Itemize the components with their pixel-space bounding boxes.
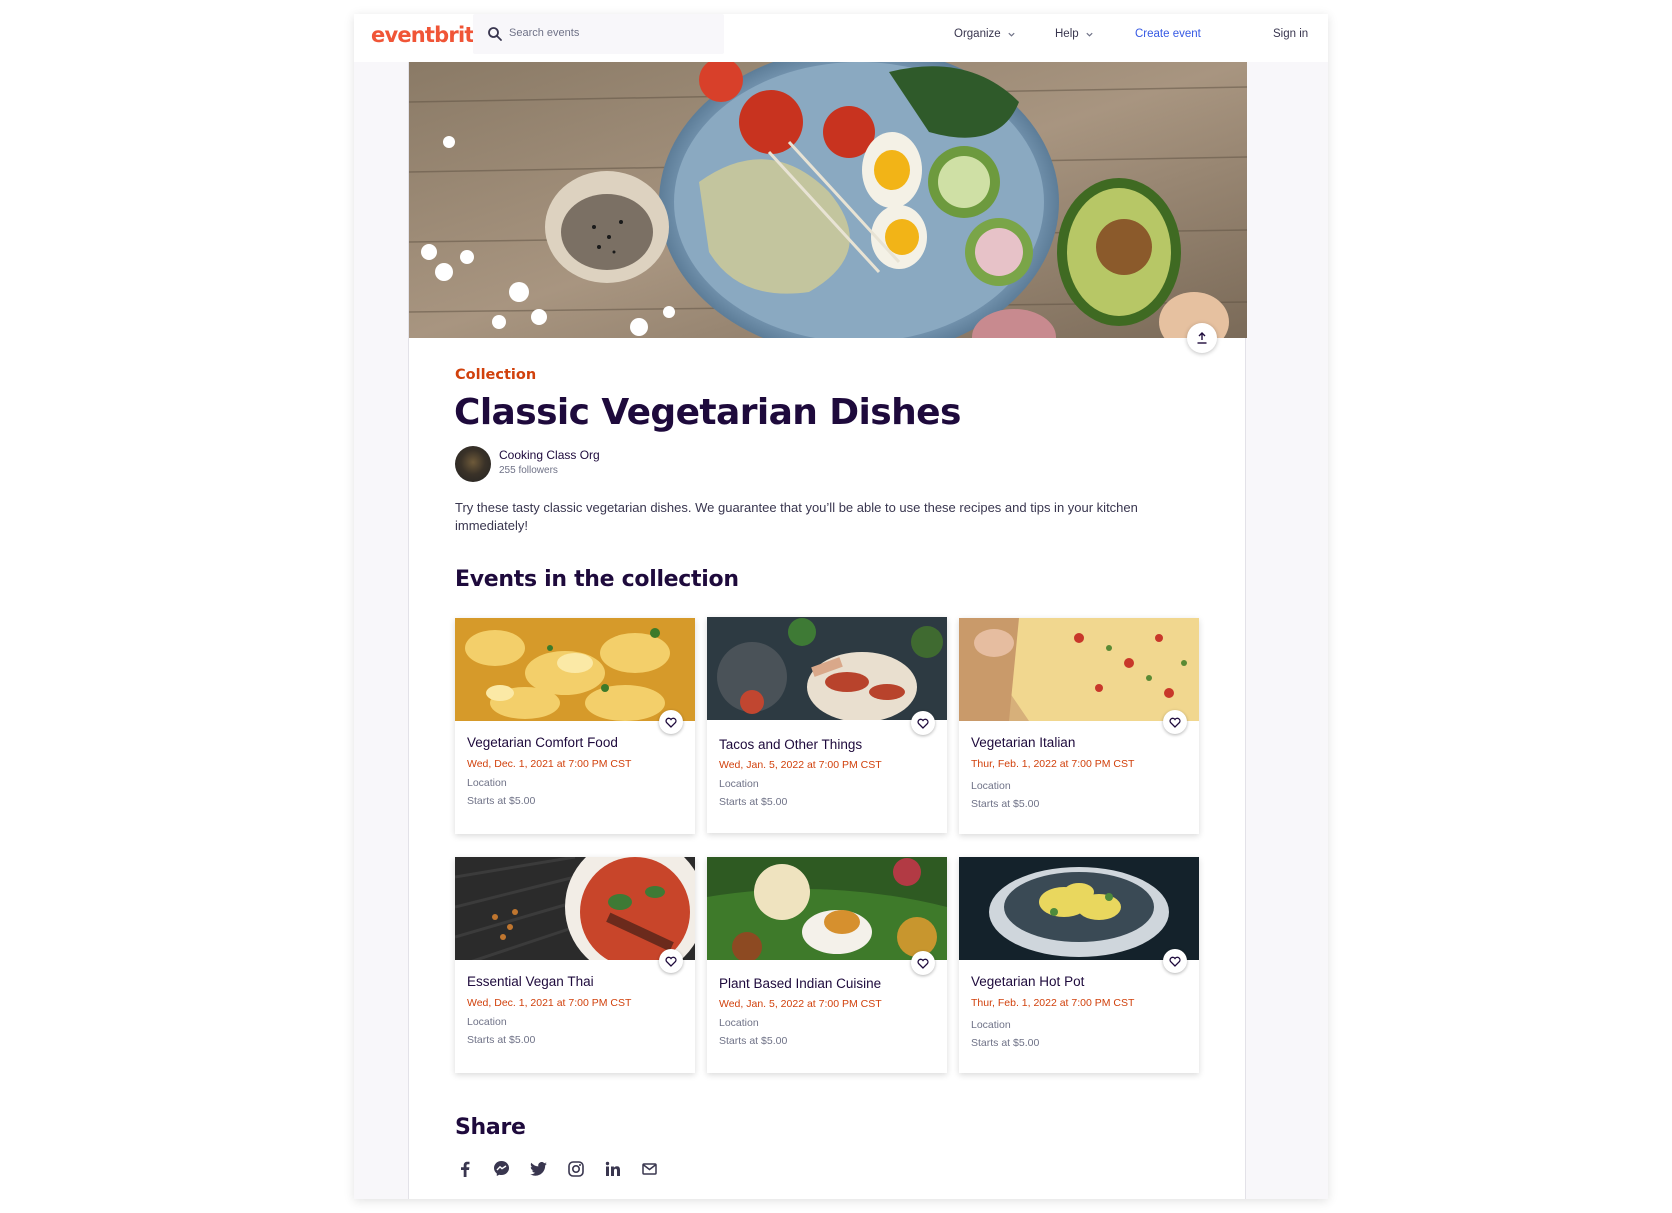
help-label: Help [1055,28,1079,40]
event-price: Starts at $5.00 [467,795,536,807]
page-title: Classic Vegetarian Dishes [454,392,961,433]
events-section-title: Events in the collection [455,567,739,592]
event-title[interactable]: Plant Based Indian Cuisine [719,976,881,991]
help-menu[interactable]: Help [1055,28,1094,40]
event-card[interactable]: Tacos and Other Things Wed, Jan. 5, 2022… [707,617,947,833]
share-button[interactable] [1187,323,1217,353]
event-image-tacos [707,617,947,720]
event-location: Location [467,1016,507,1028]
chevron-down-icon [1086,32,1093,37]
favorite-button[interactable] [1163,949,1187,973]
heart-icon [917,958,929,969]
heart-icon [1169,956,1181,967]
chevron-down-icon [1008,32,1015,37]
event-title[interactable]: Tacos and Other Things [719,737,862,752]
favorite-button[interactable] [659,710,683,734]
event-image-hot-pot [959,857,1199,960]
search-input[interactable]: Search events [473,14,724,54]
organizer-name[interactable]: Cooking Class Org [499,448,600,462]
event-price: Starts at $5.00 [467,1034,536,1046]
email-icon[interactable] [640,1159,659,1178]
event-date: Wed, Dec. 1, 2021 at 7:00 PM CST [467,758,632,770]
sign-in-link[interactable]: Sign in [1273,28,1308,40]
twitter-icon[interactable] [529,1159,548,1178]
event-date: Thur, Feb. 1, 2022 at 7:00 PM CST [971,997,1135,1009]
event-location: Location [467,777,507,789]
event-card[interactable]: Plant Based Indian Cuisine Wed, Jan. 5, … [707,857,947,1073]
instagram-icon[interactable] [566,1159,585,1178]
event-card[interactable]: Vegetarian Italian Thur, Feb. 1, 2022 at… [959,618,1199,834]
search-placeholder: Search events [509,27,580,39]
event-card[interactable]: Vegetarian Hot Pot Thur, Feb. 1, 2022 at… [959,857,1199,1073]
event-date: Thur, Feb. 1, 2022 at 7:00 PM CST [971,758,1135,770]
hero-image [409,62,1247,338]
heart-icon [1169,717,1181,728]
page-frame: eventbrite Search events Organize Help C… [354,14,1328,1199]
share-section-title: Share [455,1115,526,1140]
event-card[interactable]: Essential Vegan Thai Wed, Dec. 1, 2021 a… [455,857,695,1073]
event-image-pizza [959,618,1199,721]
top-nav: eventbrite Search events Organize Help C… [354,14,1328,62]
share-icons [455,1159,659,1178]
favorite-button[interactable] [911,951,935,975]
event-title[interactable]: Vegetarian Comfort Food [467,735,618,750]
facebook-icon[interactable] [455,1159,474,1178]
linkedin-icon[interactable] [603,1159,622,1178]
event-image-thai-curry [455,857,695,960]
messenger-icon[interactable] [492,1159,511,1178]
event-image-mac-and-cheese [455,618,695,721]
event-title[interactable]: Vegetarian Italian [971,735,1075,750]
event-date: Wed, Dec. 1, 2021 at 7:00 PM CST [467,997,632,1009]
event-date: Wed, Jan. 5, 2022 at 7:00 PM CST [719,759,882,771]
organizer-followers: 255 followers [499,465,558,476]
search-icon [488,27,502,41]
event-date: Wed, Jan. 5, 2022 at 7:00 PM CST [719,998,882,1010]
event-price: Starts at $5.00 [971,798,1040,810]
favorite-button[interactable] [911,711,935,735]
event-location: Location [719,1017,759,1029]
organizer-avatar[interactable] [455,446,491,482]
heart-icon [917,718,929,729]
event-location: Location [719,778,759,790]
heart-icon [665,956,677,967]
event-location: Location [971,780,1011,792]
favorite-button[interactable] [1163,710,1187,734]
share-upload-icon [1197,332,1207,344]
event-title[interactable]: Essential Vegan Thai [467,974,594,989]
favorite-button[interactable] [659,949,683,973]
heart-icon [665,717,677,728]
event-card[interactable]: Vegetarian Comfort Food Wed, Dec. 1, 202… [455,618,695,834]
event-price: Starts at $5.00 [719,1035,788,1047]
event-title[interactable]: Vegetarian Hot Pot [971,974,1084,989]
event-location: Location [971,1019,1011,1031]
event-price: Starts at $5.00 [971,1037,1040,1049]
collection-description: Try these tasty classic vegetarian dishe… [455,500,1138,533]
event-price: Starts at $5.00 [719,796,788,808]
eventbrite-logo[interactable]: eventbrite [371,23,488,47]
collection-page: Collection Classic Vegetarian Dishes Coo… [408,62,1247,1199]
organize-label: Organize [954,28,1001,40]
event-image-indian-thali [707,857,947,960]
create-event-link[interactable]: Create event [1135,28,1201,40]
organize-menu[interactable]: Organize [954,28,1016,40]
collection-kicker: Collection [455,367,537,383]
